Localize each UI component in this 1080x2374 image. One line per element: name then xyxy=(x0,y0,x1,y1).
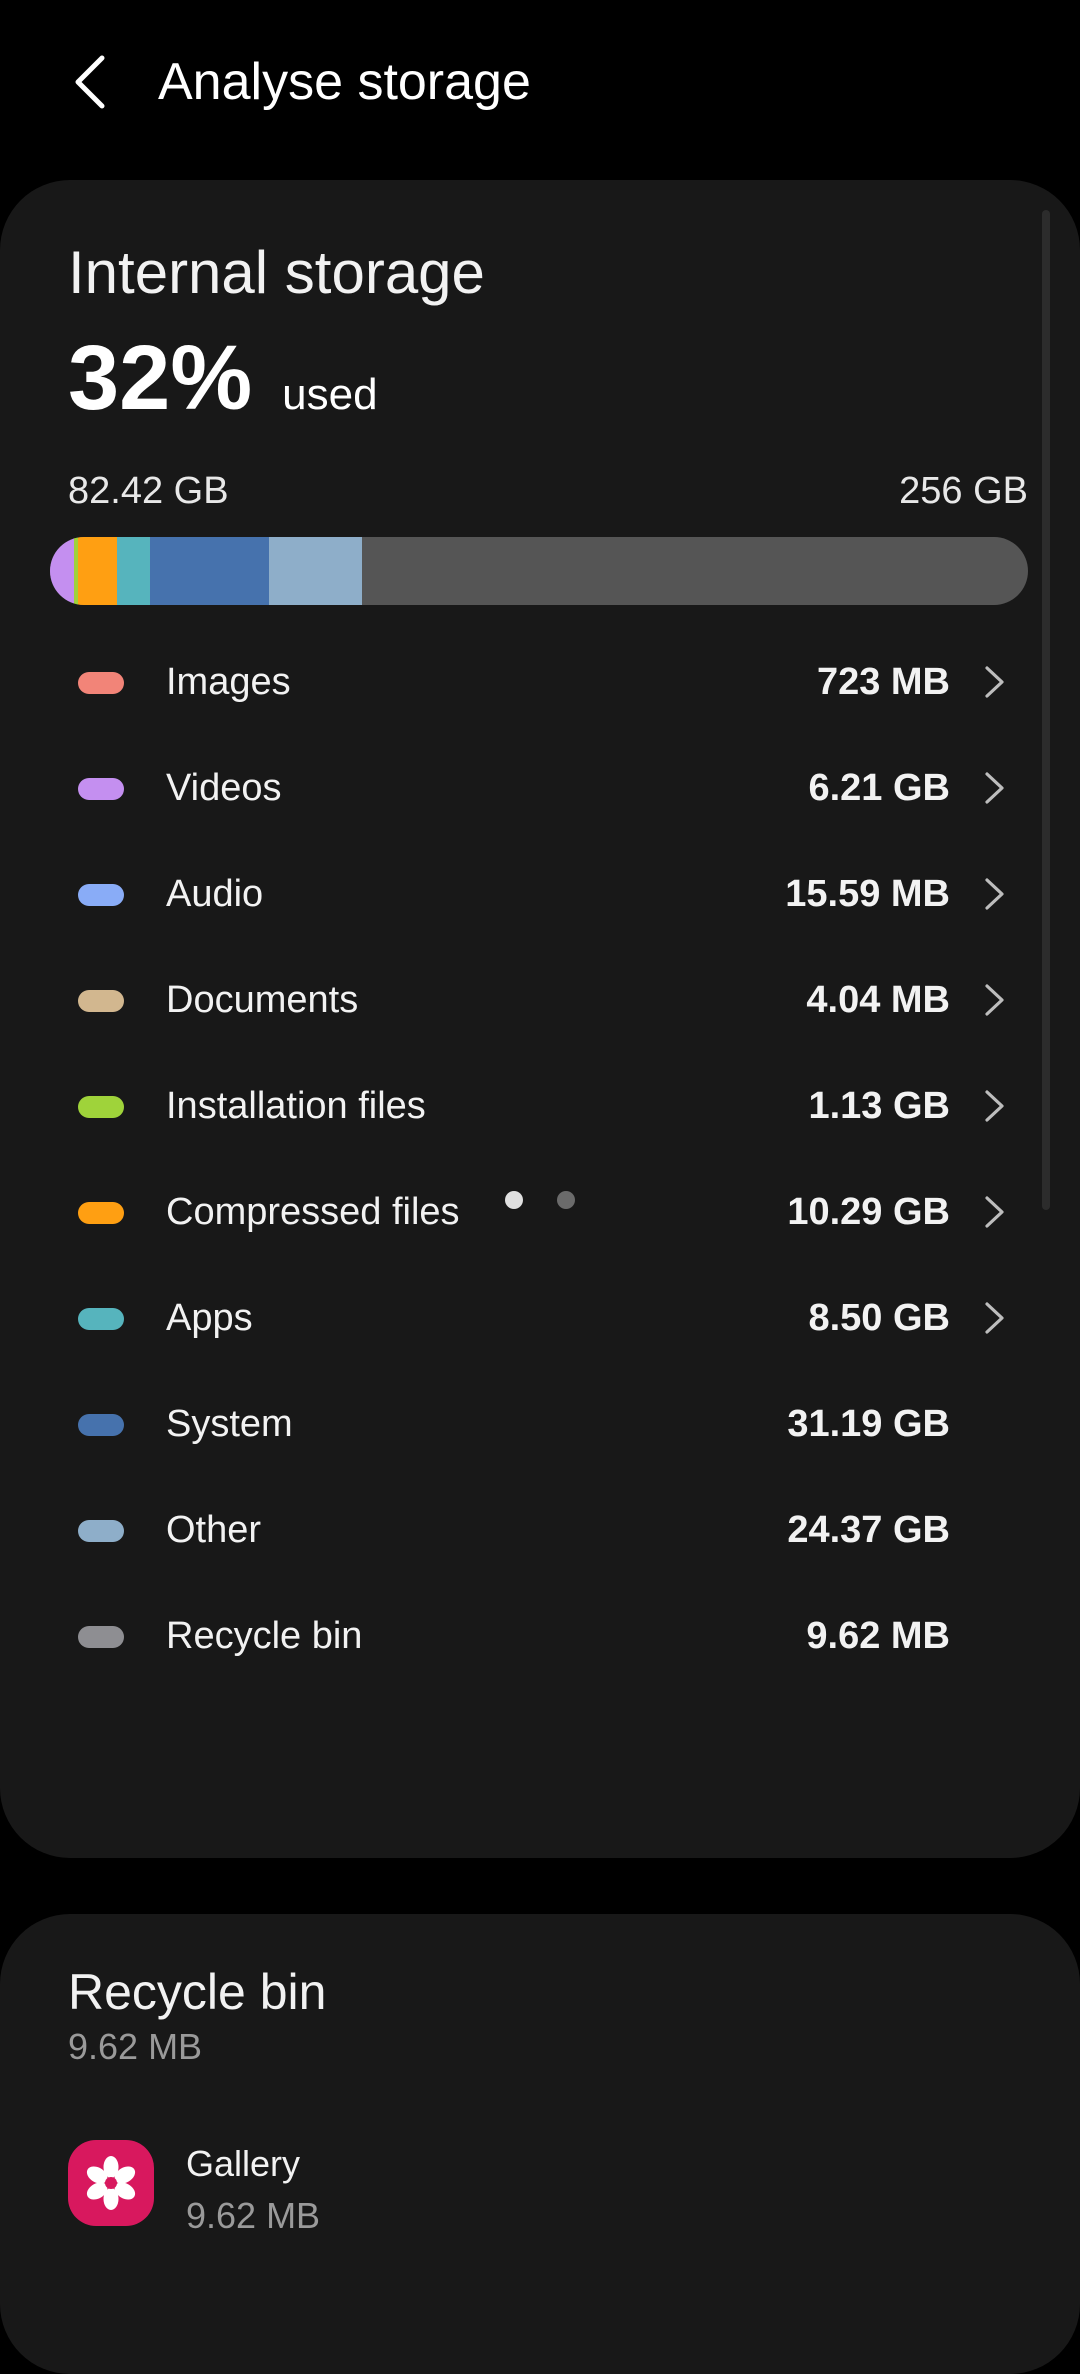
category-row-other[interactable]: Other 24.37 GB xyxy=(0,1476,1080,1582)
recycle-bin-card: Recycle bin 9.62 MB Gallery 9.62 MB xyxy=(0,1914,1080,2374)
category-label: Recycle bin xyxy=(166,1615,363,1657)
back-button[interactable] xyxy=(52,40,128,124)
category-swatch xyxy=(78,1414,124,1436)
used-amount: 82.42 GB xyxy=(68,470,229,512)
category-row-documents[interactable]: Documents 4.04 MB xyxy=(0,946,1080,1052)
category-label: Installation files xyxy=(166,1085,426,1127)
category-size: 4.04 MB xyxy=(806,979,950,1021)
category-row-installation-files[interactable]: Installation files 1.13 GB xyxy=(0,1052,1080,1158)
category-size: 6.21 GB xyxy=(808,767,950,809)
category-list: Images 723 MB Videos 6.21 GB Audio 15.59 MB Do… xyxy=(0,628,1080,1688)
chevron-right-icon xyxy=(985,772,1004,804)
category-swatch xyxy=(78,1626,124,1648)
category-size: 24.37 GB xyxy=(787,1509,950,1551)
chevron-right-icon xyxy=(985,984,1004,1016)
usage-segment-compressed-files xyxy=(78,537,118,605)
category-swatch xyxy=(78,884,124,906)
category-size: 9.62 MB xyxy=(806,1615,950,1657)
chevron-right-icon xyxy=(985,1090,1004,1122)
recycle-bin-size: 9.62 MB xyxy=(68,2026,203,2067)
category-label: System xyxy=(166,1403,293,1445)
storage-card: Internal storage 32% used 82.42 GB 256 G… xyxy=(0,180,1080,1858)
recycle-bin-app-gallery[interactable]: Gallery 9.62 MB xyxy=(0,2120,1080,2260)
category-swatch xyxy=(78,1096,124,1118)
chevron-right-icon xyxy=(985,878,1004,910)
usage-segment-videos xyxy=(50,537,74,605)
category-row-videos[interactable]: Videos 6.21 GB xyxy=(0,734,1080,840)
category-size: 1.13 GB xyxy=(808,1085,950,1127)
category-swatch xyxy=(78,1308,124,1330)
recycle-bin-title: Recycle bin xyxy=(68,1964,327,2020)
category-size: 31.19 GB xyxy=(787,1403,950,1445)
category-row-audio[interactable]: Audio 15.59 MB xyxy=(0,840,1080,946)
usage-summary: 32% used xyxy=(68,328,378,428)
category-label: Images xyxy=(166,661,291,703)
category-row-images[interactable]: Images 723 MB xyxy=(0,628,1080,734)
usage-segment-other xyxy=(268,537,363,605)
gallery-flower-icon xyxy=(68,2140,154,2226)
category-row-system[interactable]: System 31.19 GB xyxy=(0,1370,1080,1476)
usage-segment-system xyxy=(149,537,269,605)
category-size: 723 MB xyxy=(816,661,950,703)
category-label: Audio xyxy=(166,873,264,915)
chevron-right-icon xyxy=(985,1302,1004,1334)
category-label: Videos xyxy=(166,767,282,809)
category-label: Documents xyxy=(166,979,359,1021)
category-size: 15.59 MB xyxy=(785,873,950,915)
page-title: Analyse storage xyxy=(158,53,531,111)
page-dot-2[interactable] xyxy=(557,1191,575,1209)
category-label: Other xyxy=(166,1509,262,1551)
usage-segment-apps xyxy=(117,537,150,605)
category-swatch xyxy=(78,672,124,694)
usage-percent: 32% xyxy=(68,327,253,429)
page-indicator xyxy=(0,1182,1080,1218)
storage-usage-bar xyxy=(50,537,1028,605)
category-label: Apps xyxy=(166,1297,253,1339)
storage-heading: Internal storage xyxy=(68,239,485,306)
category-row-apps[interactable]: Apps 8.50 GB xyxy=(0,1264,1080,1370)
category-swatch xyxy=(78,778,124,800)
chevron-left-icon xyxy=(75,55,105,109)
category-size: 8.50 GB xyxy=(808,1297,950,1339)
bin-app-name: Gallery xyxy=(186,2143,301,2184)
app-header: Analyse storage xyxy=(0,0,1080,165)
page-dot-1[interactable] xyxy=(505,1191,523,1209)
category-row-recycle-bin[interactable]: Recycle bin 9.62 MB xyxy=(0,1582,1080,1688)
total-amount: 256 GB xyxy=(899,470,1028,512)
category-swatch xyxy=(78,990,124,1012)
chevron-right-icon xyxy=(985,666,1004,698)
bin-app-size: 9.62 MB xyxy=(186,2195,321,2236)
usage-suffix: used xyxy=(282,370,378,419)
category-swatch xyxy=(78,1520,124,1542)
